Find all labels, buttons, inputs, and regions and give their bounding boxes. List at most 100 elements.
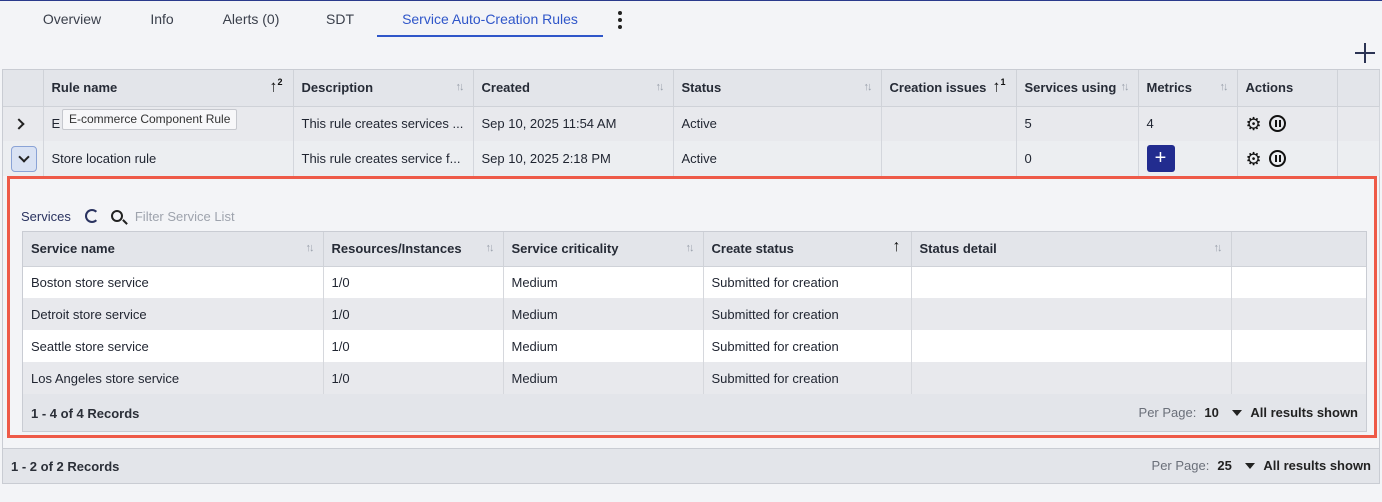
column-label: Status detail	[919, 241, 997, 257]
creation-issues-cell	[881, 106, 1017, 141]
sort-icon[interactable]: ↑	[893, 238, 901, 256]
rule-name-cell[interactable]: Store location rule	[43, 141, 294, 176]
sort-icon[interactable]: ↑1	[992, 77, 1005, 96]
column-header-description[interactable]: Description ↑↓	[293, 70, 474, 107]
sort-icon[interactable]: ↑↓	[1214, 242, 1223, 254]
description-cell: This rule creates service f...	[293, 141, 474, 176]
column-header-status-detail[interactable]: Status detail ↑↓	[911, 232, 1232, 267]
all-results-label: All results shown	[1263, 458, 1371, 473]
rules-footer-content: 1 - 2 of 2 Records Per Page: 25 All resu…	[11, 449, 1371, 483]
sort-icon[interactable]: ↑↓	[1121, 81, 1130, 93]
table-row[interactable]: Detroit store service 1/0 Medium Submitt…	[23, 298, 1366, 330]
column-header-actions: Actions	[1237, 70, 1338, 107]
kebab-icon[interactable]	[614, 9, 626, 31]
tab-alerts[interactable]: Alerts (0)	[210, 1, 292, 37]
search-icon[interactable]	[110, 210, 123, 222]
services-using-cell: 5	[1016, 106, 1139, 141]
description-cell: This rule creates services ...	[293, 106, 474, 141]
service-name-cell: Detroit store service	[23, 298, 324, 330]
table-row[interactable]: Store location rule This rule creates se…	[3, 141, 1380, 176]
resources-cell: 1/0	[323, 330, 504, 362]
resources-cell: 1/0	[323, 362, 504, 394]
column-header-metrics[interactable]: Metrics ↑↓	[1138, 70, 1238, 107]
service-name-cell: Seattle store service	[23, 330, 324, 362]
expand-cell[interactable]	[3, 106, 44, 141]
sort-icon[interactable]: ↑↓	[456, 81, 465, 93]
column-label: Actions	[1245, 80, 1294, 96]
chevron-down-icon[interactable]	[1232, 409, 1243, 416]
create-status-cell: Submitted for creation	[703, 266, 912, 298]
table-row[interactable]: Seattle store service 1/0 Medium Submitt…	[23, 330, 1366, 362]
column-label: Resources/Instances	[331, 241, 462, 257]
sort-icon[interactable]: ↑↓	[864, 81, 873, 93]
services-toolbar: Services	[21, 207, 335, 225]
collapse-button[interactable]	[11, 145, 37, 172]
column-label: Status	[681, 80, 722, 96]
services-using-cell: 0	[1016, 141, 1139, 176]
column-label: Created	[481, 80, 530, 96]
resources-cell: 1/0	[323, 298, 504, 330]
pause-icon[interactable]	[1268, 115, 1286, 133]
sort-icon[interactable]: ↑↓	[306, 242, 315, 254]
services-panel: Services Service name ↑↓ Resources/Instan…	[7, 176, 1377, 438]
status-detail-cell	[911, 330, 1232, 362]
per-page-label: Per Page:	[1151, 458, 1210, 473]
column-label: Create status	[711, 241, 794, 257]
column-label: Description	[301, 80, 374, 96]
resources-cell: 1/0	[323, 266, 504, 298]
tab-service-auto-creation-rules[interactable]: Service Auto-Creation Rules	[377, 1, 603, 37]
status-detail-cell	[911, 298, 1232, 330]
all-results-label: All results shown	[1250, 405, 1358, 420]
criticality-cell: Medium	[503, 266, 704, 298]
gear-icon[interactable]: ⚙	[1246, 150, 1262, 168]
tab-sdt[interactable]: SDT	[316, 1, 364, 37]
add-metric-button[interactable]: +	[1146, 145, 1175, 172]
sort-icon[interactable]: ↑↓	[686, 242, 695, 254]
tab-overview[interactable]: Overview	[30, 1, 114, 37]
refresh-icon[interactable]	[84, 209, 99, 223]
filter-service-input[interactable]	[134, 208, 335, 224]
column-header-resources[interactable]: Resources/Instances ↑↓	[323, 232, 504, 267]
column-header-created[interactable]: Created ↑↓	[473, 70, 674, 107]
spacer-cell	[1337, 106, 1380, 141]
criticality-cell: Medium	[503, 330, 704, 362]
created-cell: Sep 10, 2025 11:54 AM	[473, 106, 674, 141]
column-header-criticality[interactable]: Service criticality ↑↓	[503, 232, 704, 267]
sort-icon[interactable]: ↑2	[269, 77, 282, 96]
criticality-cell: Medium	[503, 362, 704, 394]
column-header-creation-issues[interactable]: Creation issues ↑1	[881, 70, 1017, 107]
services-footer: 1 - 4 of 4 Records Per Page: 10 All resu…	[31, 396, 1358, 430]
create-status-cell: Submitted for creation	[703, 362, 912, 394]
sort-index: 2	[277, 77, 283, 87]
sort-icon[interactable]: ↑↓	[656, 81, 665, 93]
column-header-services-using[interactable]: Services using ↑↓	[1016, 70, 1139, 107]
per-page-value[interactable]: 25	[1217, 458, 1245, 473]
per-page-value[interactable]: 10	[1204, 405, 1232, 420]
column-header-status[interactable]: Status ↑↓	[673, 70, 882, 107]
metrics-cell: 4	[1138, 106, 1238, 141]
sort-icon[interactable]: ↑↓	[486, 242, 495, 254]
column-header-spacer	[1337, 70, 1380, 107]
services-per-page: Per Page: 10 All results shown	[1139, 405, 1358, 420]
services-label: Services	[21, 208, 71, 224]
created-cell: Sep 10, 2025 2:18 PM	[473, 141, 674, 176]
sort-icon[interactable]: ↑↓	[1220, 81, 1229, 93]
table-row[interactable]: Boston store service 1/0 Medium Submitte…	[23, 266, 1366, 298]
table-row[interactable]: Los Angeles store service 1/0 Medium Sub…	[23, 362, 1366, 394]
column-header-service-name[interactable]: Service name ↑↓	[23, 232, 324, 267]
chevron-right-icon[interactable]	[13, 118, 25, 130]
tab-info[interactable]: Info	[138, 1, 186, 37]
pause-icon[interactable]	[1268, 150, 1286, 167]
column-header-rule-name[interactable]: Rule name ↑2	[43, 70, 294, 107]
sort-index: 1	[1000, 77, 1006, 87]
rules-footer: 1 - 2 of 2 Records Per Page: 25 All resu…	[2, 448, 1380, 484]
spacer-cell	[1231, 362, 1366, 394]
plus-icon[interactable]	[1353, 41, 1377, 65]
spacer-cell	[1231, 298, 1366, 330]
per-page-label: Per Page:	[1138, 405, 1197, 420]
expand-cell	[3, 141, 44, 176]
gear-icon[interactable]: ⚙	[1246, 115, 1262, 133]
chevron-down-icon[interactable]	[1245, 462, 1256, 469]
spacer-cell	[1231, 330, 1366, 362]
column-header-create-status[interactable]: Create status ↑	[703, 232, 912, 267]
